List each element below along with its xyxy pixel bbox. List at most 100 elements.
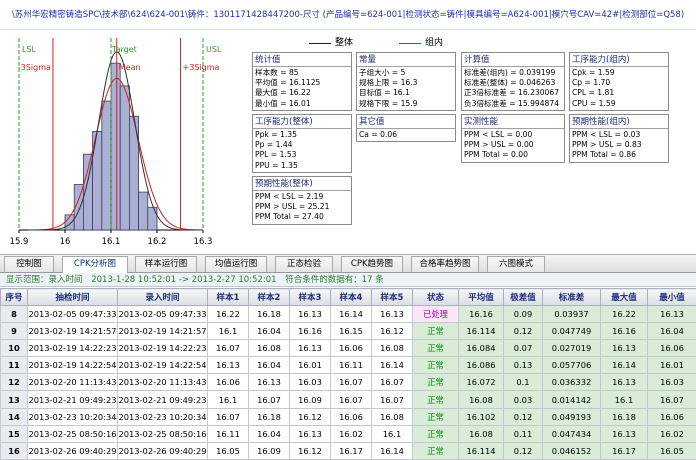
cell-stddev[interactable]: 0.027019 — [542, 339, 601, 358]
cell-stddev[interactable]: 0.057706 — [542, 356, 601, 375]
cell-max[interactable]: 16.14 — [600, 356, 648, 375]
cell-sample2[interactable]: 16.04 — [248, 322, 290, 341]
cell-sample1[interactable]: 16.07 — [207, 339, 249, 358]
cell-sample1[interactable]: 16.06 — [207, 373, 249, 392]
cell-sample3[interactable]: 16.13 — [289, 424, 331, 443]
cell-sample-time[interactable]: 2013-02-19 14:22:23 — [27, 339, 118, 358]
cell-mean[interactable]: 16.114 — [458, 441, 504, 460]
cell-max[interactable]: 16.22 — [600, 304, 648, 324]
cell-stddev[interactable]: 0.047434 — [542, 424, 601, 443]
cell-status[interactable]: 正常 — [412, 441, 459, 460]
cell-range[interactable]: 0.13 — [503, 356, 543, 375]
cell-sample5[interactable]: 16.14 — [371, 441, 413, 460]
cell-entry-time[interactable]: 2013-02-25 08:50:16 — [117, 424, 208, 443]
cell-sample3[interactable]: 16.03 — [289, 373, 331, 392]
cell-sample5[interactable]: 16.12 — [371, 322, 413, 341]
tab-control-chart[interactable]: 控制图 — [4, 256, 54, 272]
cell-min[interactable]: 16.05 — [647, 441, 696, 460]
cell-entry-time[interactable]: 2013-02-21 09:49:23 — [117, 390, 208, 409]
cell-sample-time[interactable]: 2013-02-26 09:40:29 — [27, 441, 118, 460]
table-row[interactable]: 15 2013-02-25 08:50:16 2013-02-25 08:50:16… — [0, 424, 696, 443]
tab-sample-run-chart[interactable]: 样本运行图 — [135, 256, 197, 272]
cell-mean[interactable]: 16.102 — [458, 407, 504, 426]
cell-min[interactable]: 16.13 — [647, 304, 696, 324]
tab-mean-run-chart[interactable]: 均值运行图 — [205, 256, 267, 272]
cell-sample3[interactable]: 16.12 — [289, 441, 331, 460]
cell-min[interactable]: 16.07 — [647, 390, 696, 409]
cell-sample4[interactable]: 16.15 — [330, 322, 372, 341]
cell-sample-time[interactable]: 2013-02-20 11:13:43 — [27, 373, 118, 392]
cell-sample5[interactable]: 16.07 — [371, 390, 413, 409]
cell-sample1[interactable]: 16.1 — [207, 390, 249, 409]
cell-mean[interactable]: 16.072 — [458, 373, 504, 392]
cell-entry-time[interactable]: 2013-02-20 11:13:43 — [117, 373, 208, 392]
cell-sample1[interactable]: 16.05 — [207, 441, 249, 460]
cell-mean[interactable]: 16.16 — [458, 304, 504, 324]
cell-sample3[interactable]: 16.09 — [289, 390, 331, 409]
col-header-sample2[interactable]: 样本2 — [248, 288, 290, 306]
col-header-status[interactable]: 状态 — [412, 288, 459, 306]
col-header-entry-time[interactable]: 录入时间 — [117, 288, 208, 306]
cell-min[interactable]: 16.06 — [647, 407, 696, 426]
cell-min[interactable]: 16.02 — [647, 424, 696, 443]
cell-max[interactable]: 16.17 — [600, 441, 648, 460]
tab-normality-test[interactable]: 正态检验 — [275, 256, 333, 272]
col-header-min[interactable]: 最小值 — [647, 288, 696, 306]
col-header-sample3[interactable]: 样本3 — [289, 288, 331, 306]
table-row[interactable]: 12 2013-02-20 11:13:43 2013-02-20 11:13:43… — [0, 373, 696, 392]
cell-sample-time[interactable]: 2013-02-21 09:49:23 — [27, 390, 118, 409]
cell-stddev[interactable]: 0.046152 — [542, 441, 601, 460]
cell-entry-time[interactable]: 2013-02-23 10:20:34 — [117, 407, 208, 426]
cell-max[interactable]: 16.18 — [600, 407, 648, 426]
table-row[interactable]: 13 2013-02-21 09:49:23 2013-02-21 09:49:23… — [0, 390, 696, 409]
cell-entry-time[interactable]: 2013-02-19 14:22:23 — [117, 339, 208, 358]
cell-sample5[interactable]: 16.08 — [371, 339, 413, 358]
cell-sample1[interactable]: 16.13 — [207, 356, 249, 375]
table-row[interactable]: 14 2013-02-23 10:20:34 2013-02-23 10:20:34… — [0, 407, 696, 426]
cell-mean[interactable]: 16.08 — [458, 390, 504, 409]
table-row[interactable]: 10 2013-02-19 14:22:23 2013-02-19 14:22:23… — [0, 339, 696, 358]
cell-sample4[interactable]: 16.07 — [330, 390, 372, 409]
cell-range[interactable]: 0.07 — [503, 339, 543, 358]
cell-max[interactable]: 16.13 — [600, 339, 648, 358]
cell-status[interactable]: 正常 — [412, 373, 459, 392]
cell-status[interactable]: 正常 — [412, 424, 459, 443]
cell-seq[interactable]: 12 — [0, 373, 28, 392]
cell-sample5[interactable]: 16.07 — [371, 373, 413, 392]
cell-mean[interactable]: 16.08 — [458, 424, 504, 443]
col-header-stddev[interactable]: 标准差 — [542, 288, 601, 306]
col-header-sample-time[interactable]: 抽检时间 — [27, 288, 118, 306]
cell-status[interactable]: 正常 — [412, 390, 459, 409]
col-header-sample5[interactable]: 样本5 — [371, 288, 413, 306]
cell-sample3[interactable]: 16.13 — [289, 304, 331, 324]
cell-mean[interactable]: 16.114 — [458, 322, 504, 341]
cell-entry-time[interactable]: 2013-02-26 09:40:29 — [117, 441, 208, 460]
cell-entry-time[interactable]: 2013-02-19 14:22:54 — [117, 356, 208, 375]
cell-max[interactable]: 16.13 — [600, 373, 648, 392]
cell-sample5[interactable]: 16.1 — [371, 424, 413, 443]
table-row[interactable]: 9 2013-02-19 14:21:57 2013-02-19 14:21:57 1… — [0, 322, 696, 341]
cell-seq[interactable]: 15 — [0, 424, 28, 443]
cell-seq[interactable]: 13 — [0, 390, 28, 409]
cell-sample-time[interactable]: 2013-02-05 09:47:33 — [27, 304, 118, 324]
cell-sample2[interactable]: 16.04 — [248, 356, 290, 375]
cell-sample2[interactable]: 16.04 — [248, 424, 290, 443]
cell-seq[interactable]: 14 — [0, 407, 28, 426]
cell-sample3[interactable]: 16.12 — [289, 407, 331, 426]
cell-status[interactable]: 已处理 — [412, 304, 459, 324]
cell-sample2[interactable]: 16.07 — [248, 390, 290, 409]
tab-cpk-trend[interactable]: CPK趋势图 — [341, 256, 403, 272]
cell-mean[interactable]: 16.086 — [458, 356, 504, 375]
cell-sample3[interactable]: 16.01 — [289, 356, 331, 375]
cell-range[interactable]: 0.09 — [503, 304, 543, 324]
cell-min[interactable]: 16.06 — [647, 339, 696, 358]
col-header-sample1[interactable]: 样本1 — [207, 288, 249, 306]
cell-sample2[interactable]: 16.18 — [248, 304, 290, 324]
cell-min[interactable]: 16.01 — [647, 356, 696, 375]
cell-sample1[interactable]: 16.11 — [207, 424, 249, 443]
cell-entry-time[interactable]: 2013-02-05 09:47:33 — [117, 304, 208, 324]
cell-sample4[interactable]: 16.06 — [330, 407, 372, 426]
cell-sample2[interactable]: 16.08 — [248, 339, 290, 358]
tab-cpk-analysis[interactable]: CPK分析图 — [62, 256, 128, 274]
cell-sample1[interactable]: 16.07 — [207, 407, 249, 426]
